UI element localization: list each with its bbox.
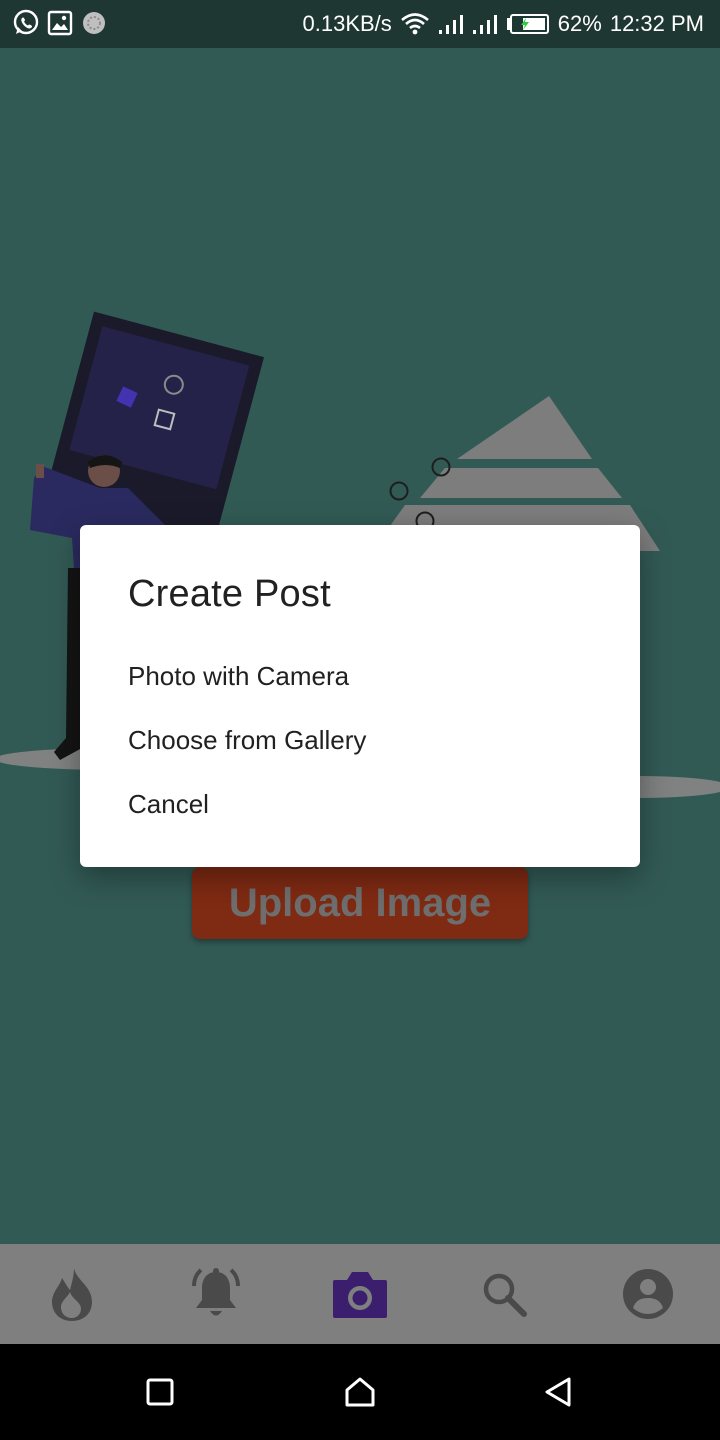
square-icon [146, 1378, 174, 1406]
back-button[interactable] [534, 1368, 582, 1416]
photo-with-camera-option[interactable]: Photo with Camera [128, 648, 608, 704]
upload-image-button[interactable]: Upload Image [192, 867, 528, 939]
nav-upload[interactable] [320, 1254, 400, 1334]
cancel-option[interactable]: Cancel [128, 776, 608, 832]
search-icon [483, 1273, 527, 1317]
battery-percent: 62% [557, 11, 602, 36]
account-icon [623, 1269, 673, 1319]
recent-apps-button[interactable] [136, 1368, 184, 1416]
nav-feed[interactable] [32, 1254, 112, 1334]
bell-icon [192, 1268, 240, 1316]
back-triangle-icon [545, 1377, 571, 1407]
sync-icon [80, 9, 108, 37]
dialog-title: Create Post [128, 573, 331, 615]
nav-profile[interactable] [608, 1254, 688, 1334]
whatsapp-icon [12, 9, 40, 37]
choose-from-gallery-option[interactable]: Choose from Gallery [128, 712, 608, 768]
status-bar: 0.13KB/s 62% 12:32 PM [0, 0, 720, 48]
signal-icon [472, 15, 497, 34]
nav-notifications[interactable] [176, 1254, 256, 1334]
bottom-navigation [0, 1244, 720, 1344]
gallery-icon [46, 9, 74, 37]
battery-icon [506, 14, 549, 34]
system-navigation-bar [0, 1344, 720, 1440]
camera-icon [333, 1272, 387, 1318]
clock: 12:32 PM [609, 11, 704, 36]
home-icon [345, 1377, 375, 1407]
flame-icon [52, 1268, 92, 1321]
nav-search[interactable] [464, 1254, 544, 1334]
create-post-dialog: Create Post Photo with Camera Choose fro… [80, 525, 640, 867]
signal-icon [438, 15, 463, 34]
wifi-icon [400, 13, 429, 35]
net-speed: 0.13KB/s [302, 11, 392, 36]
home-button[interactable] [336, 1368, 384, 1416]
